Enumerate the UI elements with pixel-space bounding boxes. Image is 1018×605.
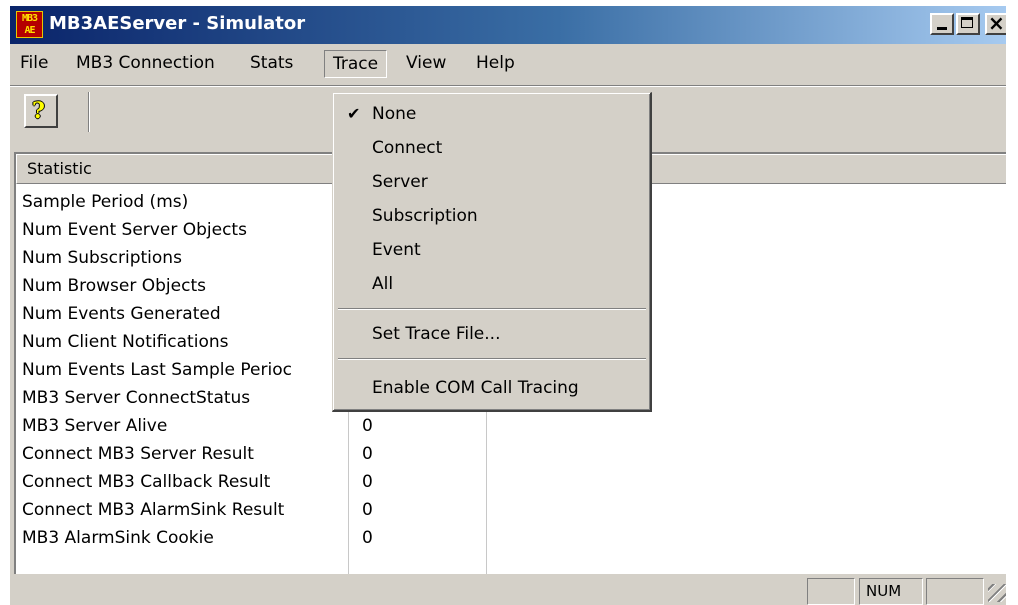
menu-item-label: Set Trace File... [372,324,501,344]
statistic-value: 0 [362,416,373,436]
statistic-name: MB3 Server ConnectStatus [22,388,251,408]
status-num-indicator: NUM [859,578,923,605]
status-pane [926,578,984,605]
maximize-button[interactable] [956,13,980,35]
menu-item-label: Event [372,240,421,260]
menu-item-label: Server [372,172,428,192]
close-icon: × [988,11,1005,35]
table-row[interactable]: Connect MB3 Server Result 0 [16,440,1006,468]
statistic-name: Num Events Last Sample Perioc [22,360,292,380]
menu-help[interactable]: Help [468,50,523,78]
menu-mb3-connection[interactable]: MB3 Connection [68,50,223,78]
menu-separator [338,358,646,360]
table-row[interactable]: Connect MB3 AlarmSink Result 0 [16,496,1006,524]
statistic-value: 0 [362,444,373,464]
minimize-button[interactable] [930,13,954,35]
maximize-icon [961,17,973,28]
menu-item-label: All [372,274,394,294]
minimize-icon [937,27,947,30]
title-bar[interactable]: MB3 AE MB3AEServer - Simulator × [10,6,1006,44]
status-pane [807,578,855,605]
trace-all-item[interactable]: All [336,267,648,301]
table-row[interactable]: MB3 Server Alive 0 [16,412,1006,440]
statistic-name: Connect MB3 AlarmSink Result [22,500,285,520]
trace-server-item[interactable]: Server [336,165,648,199]
checkmark-icon: ✔ [347,104,361,123]
trace-event-item[interactable]: Event [336,233,648,267]
trace-subscription-item[interactable]: Subscription [336,199,648,233]
close-button[interactable]: × [985,11,1006,35]
statistic-name: Num Subscriptions [22,248,182,268]
toolbar-divider [88,92,90,132]
menu-stats[interactable]: Stats [242,50,301,78]
statistic-name: Connect MB3 Server Result [22,444,254,464]
menu-file[interactable]: File [12,50,56,78]
trace-dropdown-menu: ✔ None Connect Server Subscription Event… [332,92,652,412]
enable-com-call-tracing-item[interactable]: Enable COM Call Tracing [336,371,648,405]
statistic-name: Num Client Notifications [22,332,229,352]
statistic-name: Num Events Generated [22,304,221,324]
statistic-name: Sample Period (ms) [22,192,189,212]
menu-bar: File MB3 Connection Stats Trace View Hel… [10,46,1006,80]
statistic-value: 0 [362,500,373,520]
app-window: MB3 AE MB3AEServer - Simulator × File MB3… [10,6,1006,605]
column-header-statistic[interactable]: Statistic [16,154,350,184]
resize-grip[interactable] [988,584,1006,602]
statistic-name: Num Event Server Objects [22,220,247,240]
menu-trace[interactable]: Trace [324,50,388,78]
menu-item-label: Subscription [372,206,478,226]
table-row[interactable]: Connect MB3 Callback Result 0 [16,468,1006,496]
statistic-value: 0 [362,528,373,548]
statistic-name: Connect MB3 Callback Result [22,472,271,492]
menu-item-label: None [372,104,417,124]
statistic-name: MB3 Server Alive [22,416,168,436]
app-icon-line-2: AE [24,25,35,36]
window-title: MB3AEServer - Simulator [49,13,306,34]
toolbar-separator [10,85,1006,87]
set-trace-file-item[interactable]: Set Trace File... [336,317,648,351]
statistic-name: MB3 AlarmSink Cookie [22,528,214,548]
app-icon[interactable]: MB3 AE [16,11,43,38]
menu-view[interactable]: View [398,50,454,78]
menu-separator [338,308,646,310]
statistic-name: Num Browser Objects [22,276,206,296]
statistic-value: 0 [362,472,373,492]
app-icon-line-1: MB3 [21,13,38,24]
menu-item-label: Connect [372,138,443,158]
help-icon: ? [32,98,45,124]
menu-item-label: Enable COM Call Tracing [372,378,579,398]
table-row[interactable]: MB3 AlarmSink Cookie 0 [16,524,1006,552]
trace-none-item[interactable]: ✔ None [336,97,648,131]
trace-connect-item[interactable]: Connect [336,131,648,165]
help-button[interactable]: ? [24,94,58,128]
